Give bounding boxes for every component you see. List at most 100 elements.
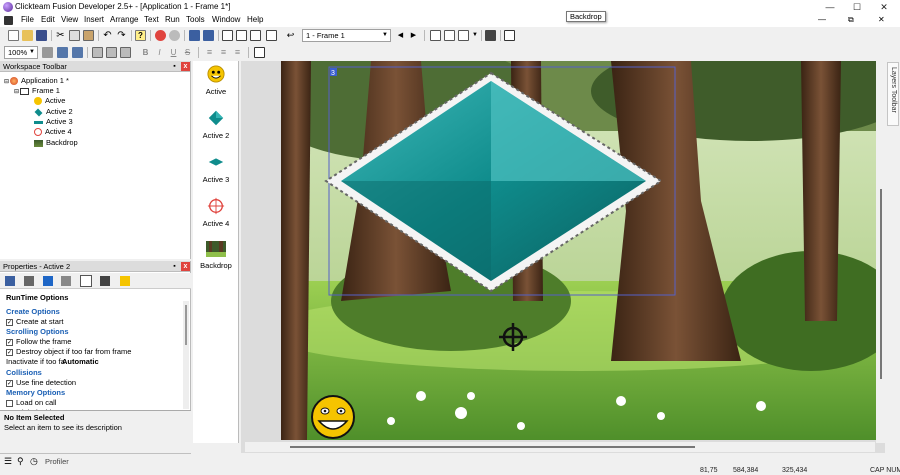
- close-icon[interactable]: x: [181, 262, 190, 271]
- run-disabled-icon[interactable]: [169, 30, 180, 41]
- clock-icon[interactable]: ◷: [30, 456, 38, 467]
- object-item-active-3[interactable]: Active 3: [193, 153, 239, 184]
- property-checkbox-row[interactable]: ✓ Use fine detection: [0, 378, 182, 388]
- tree-toggle-icon[interactable]: ⊟: [4, 79, 9, 85]
- pin-icon[interactable]: ▪: [170, 62, 179, 71]
- scroll-thumb[interactable]: [290, 446, 695, 448]
- bold-icon[interactable]: B: [140, 47, 151, 58]
- tree-toggle-icon[interactable]: ⊟: [14, 89, 19, 95]
- search-icon[interactable]: ⚲: [17, 456, 24, 467]
- tab-size-icon[interactable]: [43, 276, 53, 286]
- property-checkbox-row[interactable]: ✓ Create at start: [0, 317, 182, 327]
- layers-toolbar-tab[interactable]: Layers Toolbar: [887, 62, 899, 126]
- menu-file[interactable]: File: [21, 15, 34, 24]
- menu-tools[interactable]: Tools: [186, 15, 205, 24]
- inner-restore-button[interactable]: ⧉: [848, 15, 854, 25]
- tree-item-frame[interactable]: ⊟ Frame 1: [14, 86, 60, 96]
- property-checkbox-row[interactable]: ✓ Destroy object if too far from frame: [0, 347, 182, 357]
- horizontal-scrollbar[interactable]: [245, 442, 875, 452]
- checkbox[interactable]: ✓: [6, 318, 13, 326]
- menu-edit[interactable]: Edit: [41, 15, 55, 24]
- view-options-icon[interactable]: [458, 30, 469, 41]
- grid-toggle-icon[interactable]: [92, 47, 103, 58]
- prev-frame-icon[interactable]: ◀: [395, 30, 406, 41]
- pin-icon[interactable]: ▪: [170, 262, 179, 271]
- picture-2-icon[interactable]: [72, 47, 83, 58]
- menu-arrange[interactable]: Arrange: [110, 15, 138, 24]
- object-item-active-2[interactable]: Active 2: [193, 109, 239, 140]
- tab-display-icon[interactable]: [24, 276, 34, 286]
- paste-icon[interactable]: [83, 30, 94, 41]
- tab-about-icon[interactable]: [120, 276, 130, 286]
- strikethrough-icon[interactable]: S: [182, 47, 193, 58]
- tab-runtime-icon[interactable]: [61, 276, 71, 286]
- zoom-select[interactable]: 100% ▼: [4, 46, 38, 59]
- guides-icon[interactable]: [120, 47, 131, 58]
- data-elements-icon[interactable]: [250, 30, 261, 41]
- tree-item-active[interactable]: Active: [34, 96, 65, 106]
- event-list-icon[interactable]: [236, 30, 247, 41]
- save-icon[interactable]: [36, 30, 47, 41]
- inner-close-button[interactable]: ✕: [878, 15, 885, 24]
- scroll-thumb[interactable]: [880, 189, 882, 379]
- minimize-button[interactable]: —: [818, 0, 842, 14]
- cut-icon[interactable]: ✂: [55, 30, 66, 41]
- checkbox[interactable]: ✓: [6, 379, 13, 387]
- picture-icon[interactable]: [57, 47, 68, 58]
- tab-values-icon[interactable]: [80, 275, 92, 287]
- menu-window[interactable]: Window: [212, 15, 240, 24]
- align-icon[interactable]: [430, 30, 441, 41]
- tree-item-active-3[interactable]: Active 3: [34, 117, 73, 127]
- align-left-icon[interactable]: ≡: [204, 47, 215, 58]
- fit-view-icon[interactable]: [254, 47, 265, 58]
- menu-text[interactable]: Text: [144, 15, 159, 24]
- tree-item-active-4[interactable]: Active 4: [34, 127, 72, 137]
- undo-icon[interactable]: ↶: [102, 30, 113, 41]
- property-checkbox-row[interactable]: ✓ Follow the frame: [0, 337, 182, 347]
- frame-select[interactable]: 1 - Frame 1 ▼: [302, 29, 391, 42]
- close-button[interactable]: ✕: [872, 0, 896, 14]
- back-icon[interactable]: ↩: [285, 30, 296, 41]
- new-icon[interactable]: [8, 30, 19, 41]
- snap-toggle-icon[interactable]: [106, 47, 117, 58]
- menu-insert[interactable]: Insert: [84, 15, 104, 24]
- checkbox[interactable]: ✓: [6, 338, 13, 346]
- property-checkbox-row[interactable]: Load on call: [0, 398, 182, 408]
- close-icon[interactable]: x: [181, 62, 190, 71]
- vertical-scrollbar[interactable]: [876, 61, 885, 443]
- inner-minimize-button[interactable]: —: [818, 15, 826, 24]
- object-item-active[interactable]: Active: [193, 65, 239, 96]
- storyboard-icon[interactable]: [189, 30, 200, 41]
- tab-settings-icon[interactable]: [5, 276, 15, 286]
- help-icon[interactable]: ?: [135, 30, 146, 41]
- settings-icon[interactable]: [504, 30, 515, 41]
- copy-icon[interactable]: [69, 30, 80, 41]
- active-smiley[interactable]: [311, 395, 355, 439]
- menu-run[interactable]: Run: [165, 15, 180, 24]
- document-menu-icon[interactable]: [4, 16, 13, 25]
- checkbox[interactable]: [6, 399, 13, 407]
- tree-item-application[interactable]: ⊟ Application 1 *: [4, 76, 69, 86]
- tree-item-backdrop[interactable]: Backdrop: [34, 138, 78, 148]
- tab-events-icon[interactable]: [100, 276, 110, 286]
- tab-profiler[interactable]: Profiler: [45, 457, 69, 466]
- tree-item-active-2[interactable]: Active 2: [34, 107, 73, 117]
- align-right-icon[interactable]: ≡: [232, 47, 243, 58]
- menu-view[interactable]: View: [61, 15, 78, 24]
- snap-icon[interactable]: [444, 30, 455, 41]
- next-frame-icon[interactable]: ▶: [408, 30, 419, 41]
- layer-icon[interactable]: [485, 30, 496, 41]
- open-folder-icon[interactable]: [22, 30, 33, 41]
- menu-help[interactable]: Help: [247, 15, 263, 24]
- zoom-tool-icon[interactable]: [42, 47, 53, 58]
- underline-icon[interactable]: U: [168, 47, 179, 58]
- align-center-icon[interactable]: ≡: [218, 47, 229, 58]
- properties-scrollbar[interactable]: [183, 301, 189, 409]
- event-editor-icon[interactable]: [222, 30, 233, 41]
- list-icon[interactable]: ☰: [4, 456, 12, 467]
- object-item-backdrop[interactable]: Backdrop: [193, 241, 239, 270]
- run-stop-icon[interactable]: [155, 30, 166, 41]
- property-value[interactable]: Automatic: [62, 357, 99, 367]
- checkbox[interactable]: ✓: [6, 348, 13, 356]
- frame-editor-icon[interactable]: [203, 30, 214, 41]
